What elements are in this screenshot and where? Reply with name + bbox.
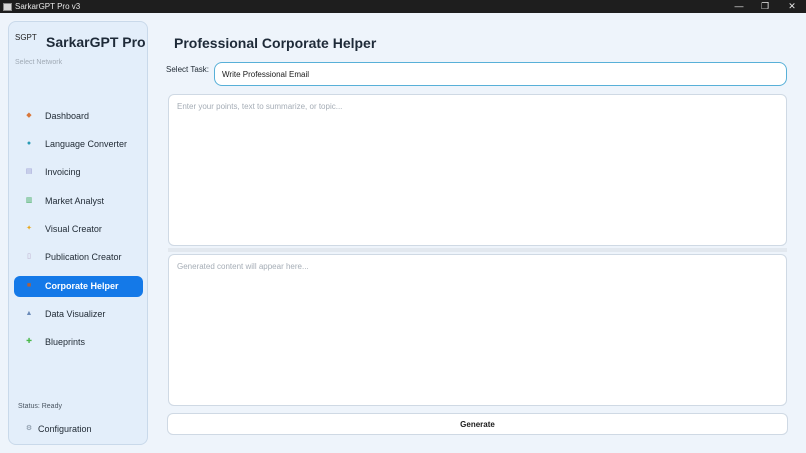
- brand-short: SGPT: [15, 33, 37, 42]
- sidebar-item-visual-creator[interactable]: ✦ Visual Creator: [14, 219, 143, 240]
- window-title: SarkarGPT Pro v3: [15, 2, 81, 11]
- configuration-button[interactable]: ⚙ Configuration: [14, 420, 143, 438]
- sidebar-item-label: Corporate Helper: [45, 281, 119, 291]
- sidebar-item-market-analyst[interactable]: ▥ Market Analyst: [14, 191, 143, 212]
- sidebar-item-label: Invoicing: [45, 167, 81, 177]
- brand-name: SarkarGPT Pro: [46, 34, 146, 50]
- page-title: Professional Corporate Helper: [174, 35, 377, 51]
- pane-splitter[interactable]: [168, 248, 787, 252]
- task-select[interactable]: Write Professional Email: [214, 62, 787, 86]
- window-titlebar: SarkarGPT Pro v3 — ❐ ✕: [0, 0, 806, 13]
- app-icon: [3, 3, 12, 11]
- globe-icon: ●: [26, 140, 32, 147]
- generate-button[interactable]: Generate: [167, 413, 788, 435]
- sidebar-item-language-converter[interactable]: ● Language Converter: [14, 134, 143, 155]
- sidebar-item-label: Dashboard: [45, 111, 90, 121]
- sidebar-item-data-visualizer[interactable]: ▲ Data Visualizer: [14, 304, 143, 325]
- task-select-value: Write Professional Email: [222, 70, 309, 79]
- sidebar-item-label: Data Visualizer: [45, 309, 106, 319]
- close-button[interactable]: ✕: [779, 0, 805, 13]
- sidebar-item-publication-creator[interactable]: ▯ Publication Creator: [14, 247, 143, 268]
- sidebar-item-invoicing[interactable]: ▤ Invoicing: [14, 162, 143, 183]
- dashboard-icon: ◆: [26, 112, 32, 119]
- briefcase-icon: ■: [26, 282, 32, 289]
- select-task-label: Select Task:: [166, 65, 209, 74]
- sidebar-item-corporate-helper[interactable]: ■ Corporate Helper: [14, 276, 143, 297]
- sidebar-item-label: Publication Creator: [45, 252, 122, 262]
- book-icon: ▯: [27, 253, 31, 260]
- gear-icon: ⚙: [25, 425, 33, 432]
- invoice-icon: ▤: [25, 168, 33, 175]
- status-text: Status: Ready: [18, 403, 62, 410]
- input-textarea[interactable]: [168, 94, 787, 246]
- sidebar-item-dashboard[interactable]: ◆ Dashboard: [14, 106, 143, 127]
- minimize-button[interactable]: —: [726, 0, 752, 13]
- chart-icon: ▥: [25, 197, 33, 204]
- sidebar-item-label: Blueprints: [45, 337, 86, 347]
- sidebar-item-label: Market Analyst: [45, 196, 105, 206]
- sparkle-icon: ✦: [26, 225, 32, 232]
- puzzle-icon: ✚: [26, 338, 32, 345]
- sidebar-item-label: Language Converter: [45, 139, 128, 149]
- output-textarea[interactable]: [168, 254, 787, 406]
- maximize-button[interactable]: ❐: [752, 0, 778, 13]
- select-network-label[interactable]: Select Network: [15, 59, 62, 66]
- sidebar-item-blueprints[interactable]: ✚ Blueprints: [14, 332, 143, 353]
- sidebar: SGPT SarkarGPT Pro Select Network ◆ Dashb…: [8, 21, 148, 445]
- graph-icon: ▲: [25, 310, 33, 317]
- configuration-label: Configuration: [38, 424, 92, 434]
- sidebar-item-label: Visual Creator: [45, 224, 102, 234]
